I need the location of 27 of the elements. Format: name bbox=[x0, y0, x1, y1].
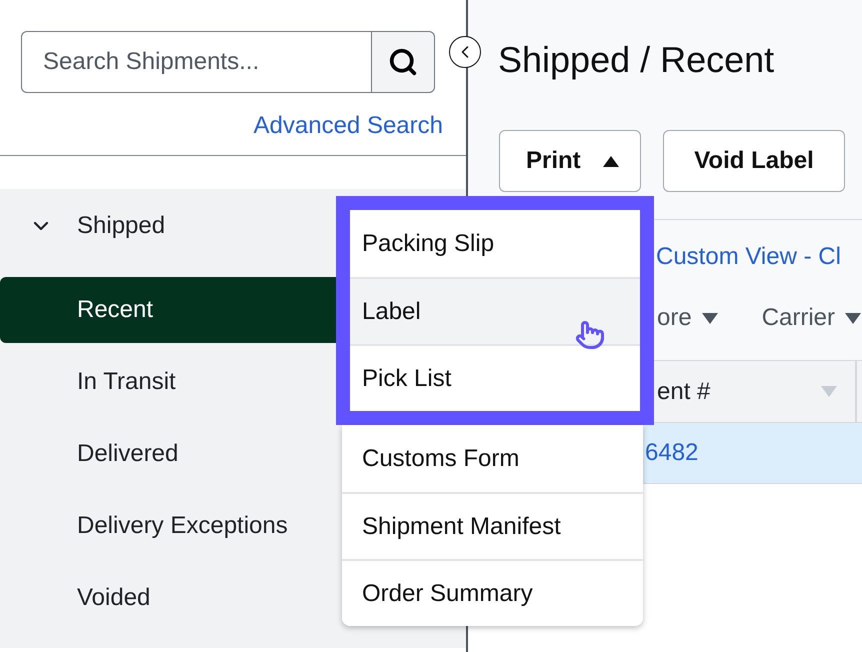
sort-caret-icon bbox=[821, 386, 837, 397]
search-button[interactable] bbox=[371, 31, 435, 93]
shipment-number-link[interactable]: 6482 bbox=[645, 435, 698, 471]
nav-group-label: Shipped bbox=[77, 211, 166, 241]
print-dropdown-button[interactable]: Print bbox=[499, 130, 641, 192]
search-icon bbox=[388, 47, 418, 77]
caret-down-icon bbox=[845, 312, 862, 324]
search-field[interactable]: Search Shipments... bbox=[21, 31, 371, 93]
caret-up-icon bbox=[602, 156, 619, 166]
advanced-search-link[interactable]: Advanced Search bbox=[254, 111, 443, 141]
menu-item[interactable]: Customs Form bbox=[342, 425, 643, 492]
filter-dropdown[interactable]: Carrier bbox=[762, 303, 862, 333]
nav-item[interactable]: Delivered bbox=[0, 421, 188, 487]
menu-item[interactable]: Shipment Manifest bbox=[342, 492, 643, 559]
menu-item[interactable]: Order Summary bbox=[342, 559, 643, 626]
nav-group[interactable]: Shipped bbox=[0, 189, 176, 263]
void-label-button[interactable]: Void Label bbox=[663, 130, 845, 192]
filter-dropdown[interactable]: ore bbox=[657, 303, 718, 333]
caret-down-icon bbox=[702, 312, 718, 324]
hand-cursor-icon bbox=[575, 320, 605, 350]
custom-view-link[interactable]: Custom View - Cl bbox=[656, 242, 841, 272]
nav-item[interactable]: Delivery Exceptions bbox=[0, 493, 298, 559]
column-header[interactable]: ent # bbox=[657, 374, 710, 410]
nav-item[interactable]: In Transit bbox=[0, 349, 186, 415]
nav-item[interactable]: Voided bbox=[0, 565, 160, 631]
page-title: Shipped / Recent bbox=[497, 38, 776, 82]
nav-item[interactable]: Recent bbox=[0, 277, 336, 343]
